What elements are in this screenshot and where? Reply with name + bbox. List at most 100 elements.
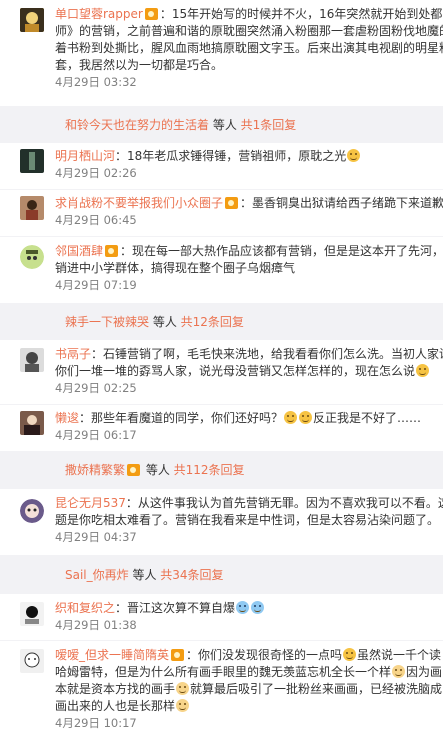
avatar-image — [20, 348, 44, 372]
comment-item: 明月栖山河：18年老瓜求锤得锤，营销祖师，原耽之光 4月29日 02:26 — [0, 143, 443, 189]
reply-label: 等人 — [128, 568, 161, 582]
comment-text: 本就是资本方找的画手 — [55, 682, 176, 696]
comment-item: 邻国酒肆 ：现在每一部大热作品应该都有营销，但是是这本开了先河， 销进中小学群体，… — [0, 237, 443, 303]
avatar[interactable] — [20, 149, 44, 173]
reply-label: 等人 — [149, 315, 181, 329]
avatar[interactable] — [20, 602, 44, 626]
timestamp: 4月29日 06:45 — [55, 213, 137, 227]
dog-emoji-icon — [392, 665, 406, 678]
username-link[interactable]: 求肖战粉不要举报我们小众圈子 — [55, 196, 223, 210]
reply-count-link[interactable]: 共112条回复 — [174, 463, 245, 477]
reply-label: 等人 — [209, 118, 241, 132]
comment-text: ：晋江这次算不算自爆 — [115, 601, 236, 615]
dog-emoji-icon — [176, 682, 190, 695]
comment-item: 求肖战粉不要举报我们小众圈子 ：墨香铜臭出狱请给西子绪跪下来道歉 4月29日 06… — [0, 190, 443, 236]
surprised-emoji-icon — [416, 364, 430, 377]
username-link[interactable]: 书鬲子 — [55, 347, 91, 361]
comment-body: 嗳嗳_但求一睡简隋英 ：你们没发现很奇怪的一点吗 虽然说一千个读 哈姆雷特，但是为什… — [55, 647, 443, 732]
reply-user-link[interactable]: Sail_你再炸 — [65, 568, 129, 582]
username-link[interactable]: 邻国酒肆 — [55, 244, 103, 258]
reply-summary[interactable]: 辣手一下被辣哭 等人 共12条回复 — [55, 308, 443, 336]
smile-emoji-icon — [347, 149, 361, 162]
comment-body: 懒逡：那些年看魔道的同学，你们还好吗？ 反正我是不好了…… 4月29日 06:17 — [55, 410, 443, 444]
reply-user-link[interactable]: 辣手一下被辣哭 — [65, 315, 149, 329]
avatar[interactable] — [20, 245, 44, 269]
reply-count-link[interactable]: 共12条回复 — [181, 315, 244, 329]
avatar[interactable] — [20, 649, 44, 673]
vip-badge-icon — [225, 197, 239, 209]
smile-emoji-icon — [284, 411, 298, 424]
reply-count-link[interactable]: 共1条回复 — [241, 118, 297, 132]
timestamp: 4月29日 02:26 — [55, 166, 137, 180]
username-link[interactable]: 嗳嗳_但求一睡简隋英 — [55, 648, 169, 662]
reply-summary[interactable]: Sail_你再炸 等人 共34条回复 — [55, 561, 443, 589]
comment-body: 邻国酒肆 ：现在每一部大热作品应该都有营销，但是是这本开了先河， 销进中小学群体，… — [55, 243, 443, 294]
timestamp: 4月29日 07:19 — [55, 278, 137, 292]
avatar[interactable] — [20, 499, 44, 523]
comment-text: 反正我是不好了…… — [313, 411, 422, 425]
reply-user-link[interactable]: 撒娇精繁繁 — [65, 463, 125, 477]
comment-text: ：石锤营销了啊，毛毛快来洗地，给我看看你们怎么洗。当初人家说 — [91, 347, 443, 361]
comment-text: 就算最后吸引了一批粉丝来画画，已经被洗脑成 — [190, 682, 443, 696]
comment-text: ：那些年看魔道的同学，你们还好吗？ — [79, 411, 284, 425]
dog-emoji-icon — [176, 699, 190, 712]
username-link[interactable]: 懒逡 — [55, 411, 79, 425]
comment-text: 因为画 — [406, 665, 443, 679]
comment-text: ：墨香铜臭出狱请给西子绪跪下来道歉 — [240, 196, 443, 210]
comment-body: 织和复织之：晋江这次算不算自爆 4月29日 01:38 — [55, 600, 443, 634]
reply-summary[interactable]: 和铃今天也在努力的生活着 等人 共1条回复 — [55, 111, 443, 139]
comment-item: 昆仑无月537：从这件事我认为首先营销无罪。因为不喜欢我可以不看。这件 题是你吃… — [0, 489, 443, 555]
username-link[interactable]: 昆仑无月537 — [55, 496, 126, 510]
username-link[interactable]: 明月栖山河 — [55, 149, 115, 163]
avatar-image — [20, 149, 44, 173]
comment-body: 书鬲子：石锤营销了啊，毛毛快来洗地，给我看看你们怎么洗。当初人家说 你们一堆一堆… — [55, 346, 443, 397]
comment-text: 虽然说一千个读 — [357, 648, 442, 662]
comment-item: 单口望蓉rapper ：15年开始写的时候并不火，16年突然就开始到处都能 师》的… — [0, 0, 443, 106]
comment-text: 哈姆雷特，但是为什么所有画手眼里的魏无羡蓝忘机全长一个样 — [55, 665, 392, 679]
avatar[interactable] — [20, 411, 44, 435]
vip-badge-icon — [144, 8, 158, 20]
comment-text: 师》的营销，之前普遍和谐的原耽圈突然涌入粉圈那一套虐粉固粉伐地魔的 — [55, 24, 443, 38]
comment-item: 书鬲子：石锤营销了啊，毛毛快来洗地，给我看看你们怎么洗。当初人家说 你们一堆一堆… — [0, 340, 443, 404]
avatar[interactable] — [20, 196, 44, 220]
comment-item: 嗳嗳_但求一睡简隋英 ：你们没发现很奇怪的一点吗 虽然说一千个读 哈姆雷特，但是为什… — [0, 641, 443, 735]
comment-body: 求肖战粉不要举报我们小众圈子 ：墨香铜臭出狱请给西子绪跪下来道歉 4月29日 06… — [55, 195, 443, 229]
avatar[interactable] — [20, 348, 44, 372]
surprised-emoji-icon — [343, 648, 357, 661]
timestamp: 4月29日 02:25 — [55, 381, 137, 395]
timestamp: 4月29日 01:38 — [55, 618, 137, 632]
comment-body: 昆仑无月537：从这件事我认为首先营销无罪。因为不喜欢我可以不看。这件 题是你吃… — [55, 495, 443, 546]
comment-text: ：从这件事我认为首先营销无罪。因为不喜欢我可以不看。这件 — [125, 496, 443, 510]
username-link[interactable]: 单口望蓉rapper — [55, 7, 143, 21]
avatar-image — [20, 499, 44, 523]
avatar-image — [20, 411, 44, 435]
comment-text: 你们一堆一堆的孬骂人家，说光母没营销又怎样怎样的，现在怎么说 — [55, 364, 416, 378]
comment-text: ：18年老瓜求锤得锤，营销祖师，原耽之光 — [115, 149, 347, 163]
comment-text: 套，我居然以为一切都是巧合。 — [55, 58, 224, 72]
cry-emoji-icon — [251, 601, 265, 614]
comment-body: 单口望蓉rapper ：15年开始写的时候并不火，16年突然就开始到处都能 师》的… — [55, 6, 443, 91]
avatar[interactable] — [20, 8, 44, 32]
avatar-image — [20, 649, 44, 673]
vip-badge-icon — [171, 649, 185, 661]
comment-item: 织和复织之：晋江这次算不算自爆 4月29日 01:38 — [0, 594, 443, 640]
comment-text: 画出来的人也是长那样 — [55, 699, 176, 713]
comment-text: 题是你吃相太难看了。营销在我看来是中性词，但是太容易沾染问题了。 — [55, 513, 440, 527]
vip-badge-icon — [105, 245, 119, 257]
reply-count-link[interactable]: 共34条回复 — [160, 568, 223, 582]
timestamp: 4月29日 06:17 — [55, 428, 137, 442]
username-link[interactable]: 织和复织之 — [55, 601, 115, 615]
reply-user-link[interactable]: 和铃今天也在努力的生活着 — [65, 118, 209, 132]
reply-summary[interactable]: 撒娇精繁繁 等人 共112条回复 — [55, 456, 443, 484]
laugh-emoji-icon — [299, 411, 313, 424]
timestamp: 4月29日 10:17 — [55, 716, 137, 730]
vip-badge-icon — [127, 464, 141, 476]
comment-text: ：你们没发现很奇怪的一点吗 — [186, 648, 343, 662]
avatar-image — [20, 196, 44, 220]
comment-text: 销进中小学群体，搞得现在整个圈子乌烟瘴气 — [55, 261, 296, 275]
timestamp: 4月29日 04:37 — [55, 530, 137, 544]
comment-item: 懒逡：那些年看魔道的同学，你们还好吗？ 反正我是不好了…… 4月29日 06:17 — [0, 405, 443, 451]
avatar-image — [20, 245, 44, 269]
comment-text: ：现在每一部大热作品应该都有营销，但是是这本开了先河， — [120, 244, 443, 258]
timestamp: 4月29日 03:32 — [55, 75, 137, 89]
